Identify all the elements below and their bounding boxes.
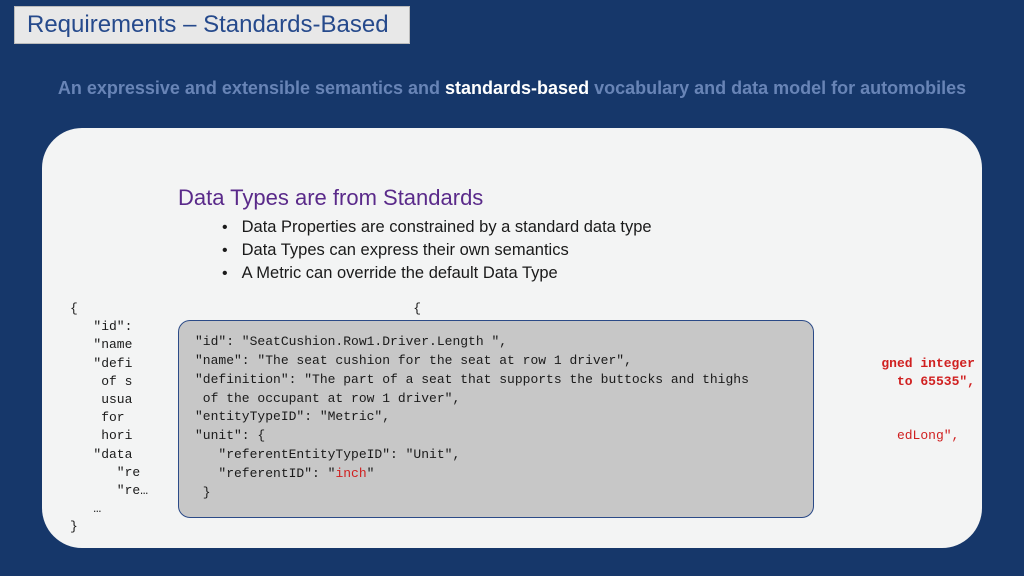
subtitle: An expressive and extensible semantics a… bbox=[0, 78, 1024, 99]
subtitle-suffix: vocabulary and data model for automobile… bbox=[589, 78, 966, 98]
subtitle-prefix: An expressive and extensible semantics a… bbox=[58, 78, 445, 98]
bullet-list: Data Properties are constrained by a sta… bbox=[222, 218, 652, 287]
subtitle-bold: standards-based bbox=[445, 78, 589, 98]
section-heading: Data Types are from Standards bbox=[178, 185, 483, 211]
bullet-item: A Metric can override the default Data T… bbox=[222, 264, 652, 283]
bullet-item: Data Types can express their own semanti… bbox=[222, 241, 652, 260]
code-popup: "id": "SeatCushion.Row1.Driver.Length ",… bbox=[178, 320, 814, 518]
slide-title-text: Requirements – Standards-Based bbox=[27, 11, 389, 38]
slide-title: Requirements – Standards-Based bbox=[14, 6, 410, 44]
bullet-item: Data Properties are constrained by a sta… bbox=[222, 218, 652, 237]
